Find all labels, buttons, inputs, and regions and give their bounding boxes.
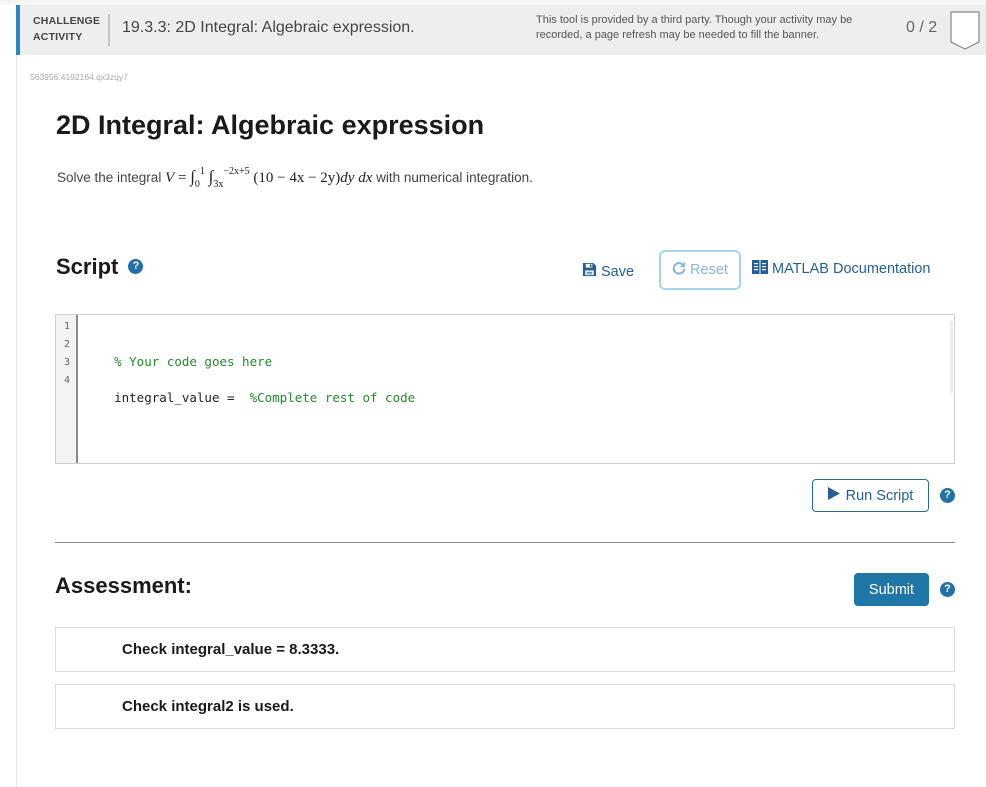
run-script-button[interactable]: Run Script [812, 479, 929, 512]
outer-upper-limit: 1 [199, 166, 205, 177]
challenge-label-line2: ACTIVITY [33, 31, 83, 43]
activity-title: 19.3.3: 2D Integral: Algebraic expressio… [122, 19, 415, 36]
line-number: 3 [63, 357, 70, 368]
code-editor[interactable]: 1 2 3 4 % Your code goes here integral_v… [55, 314, 955, 464]
banner-divider [108, 14, 110, 46]
problem-suffix: with numerical integration. [376, 170, 533, 185]
problem-statement: Solve the integral V = ∫01 ∫3x−2x+5 (10 … [57, 166, 533, 190]
line-number-gutter: 1 2 3 4 [56, 315, 78, 463]
activity-banner: CHALLENGE ACTIVITY 19.3.3: 2D Integral: … [16, 5, 986, 55]
line-number: 2 [63, 339, 70, 350]
score-text: 0 / 2 [906, 19, 938, 36]
play-icon [827, 487, 840, 504]
help-icon[interactable]: ? [128, 258, 144, 274]
check-text: Check integral_value = 8.3333. [122, 641, 340, 658]
doc-label: MATLAB Documentation [772, 261, 931, 277]
check-text: Check integral2 is used. [122, 698, 294, 715]
save-button[interactable]: Save [582, 262, 634, 281]
code-comment: %Complete rest of code [249, 390, 416, 405]
inner-lower-limit: 3x [213, 179, 224, 190]
assessment-heading: Assessment: [55, 573, 192, 598]
matlab-documentation-link[interactable]: MATLAB Documentation [752, 260, 931, 278]
integral-expression: V = ∫01 ∫3x−2x+5 (10 − 4x − 2y)dy dx [165, 166, 376, 190]
editor-scrollbar[interactable] [950, 321, 953, 393]
outer-lower-limit: 0 [194, 179, 200, 190]
challenge-label-line1: CHALLENGE [33, 15, 101, 27]
run-script-label: Run Script [845, 487, 914, 504]
integrand: (10 − 4x − 2y) [253, 170, 341, 186]
line-number: 4 [63, 375, 70, 386]
page-title: 2D Integral: Algebraic expression [56, 110, 485, 140]
refresh-icon [672, 261, 686, 279]
challenge-activity-label: CHALLENGE ACTIVITY [33, 13, 100, 45]
problem-prefix: Solve the integral [57, 170, 162, 185]
math-eq: = [178, 170, 187, 186]
content-left-border [16, 55, 17, 787]
reset-label: Reset [690, 262, 728, 278]
activity-id: 563956.4192164.qx3zqy7 [30, 72, 128, 82]
book-icon [752, 260, 768, 278]
script-title: Script [56, 254, 119, 279]
save-label: Save [601, 263, 635, 280]
code-comment: % Your code goes here [114, 354, 273, 369]
differentials: dy dx [340, 170, 373, 186]
line-number: 1 [63, 321, 70, 332]
assessment-check: Check integral2 is used. [55, 684, 955, 729]
run-help-icon[interactable]: ? [940, 488, 955, 503]
script-heading: Script ? [56, 254, 144, 280]
inner-upper-limit: −2x+5 [223, 166, 250, 177]
submit-help-icon[interactable]: ? [940, 582, 955, 597]
code-text: integral_value = [114, 390, 250, 405]
completion-badge-icon [950, 11, 982, 56]
math-lhs: V [165, 170, 175, 186]
assessment-check: Check integral_value = 8.3333. [55, 627, 955, 672]
code-line[interactable]: integral_value = %Complete rest of code [84, 375, 415, 420]
third-party-note: This tool is provided by a third party. … [536, 14, 853, 41]
reset-button[interactable]: Reset [659, 250, 741, 290]
submit-button[interactable]: Submit [854, 573, 929, 606]
floppy-disk-icon [582, 262, 597, 281]
section-divider [55, 542, 955, 543]
